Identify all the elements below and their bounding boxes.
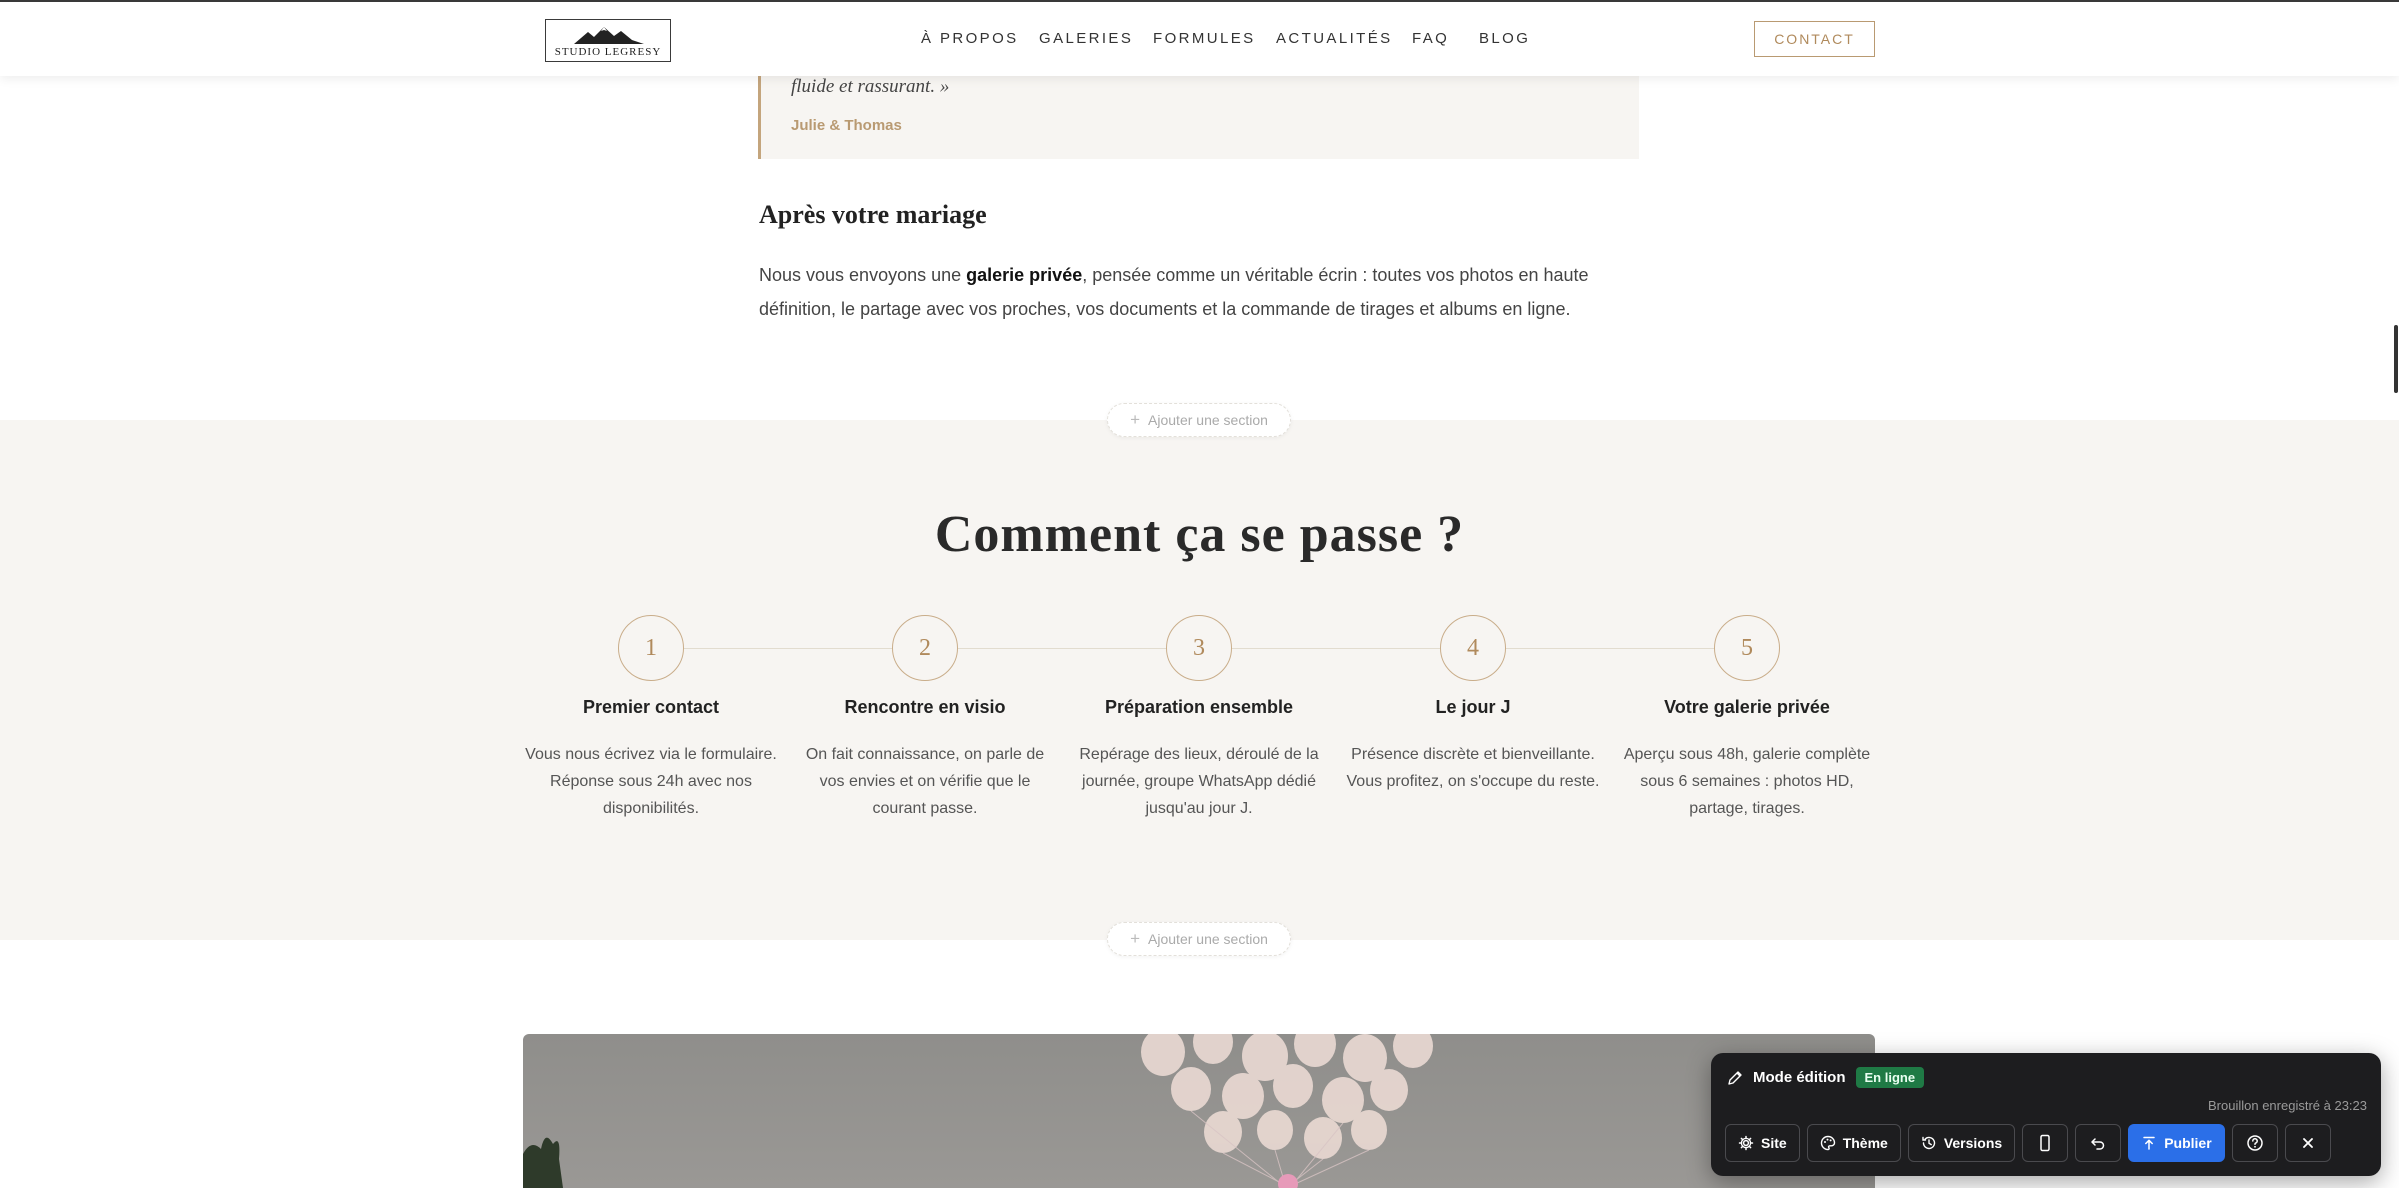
step-number: 5: [1714, 615, 1780, 681]
help-icon: [2246, 1135, 2263, 1151]
after-text-part: Nous vous envoyons une: [759, 265, 967, 285]
step-number: 4: [1440, 615, 1506, 681]
site-button-label: Site: [1761, 1135, 1787, 1151]
nav-item-formules[interactable]: FORMULES: [1153, 30, 1256, 47]
add-section-label: Ajouter une section: [1148, 931, 1268, 947]
plus-icon: +: [1130, 410, 1141, 429]
edit-mode-indicator: Mode édition En ligne: [1727, 1067, 1925, 1088]
testimonial-quote: fluide et rassurant. » Julie & Thomas: [758, 62, 1639, 159]
step-number: 3: [1166, 615, 1232, 681]
balloons-image: [523, 1034, 1433, 1188]
edit-toolbar: Mode édition En ligne Brouillon enregist…: [1711, 1053, 2381, 1176]
site-header: STUDIO LEGRESY À PROPOS GALERIES FORMULE…: [0, 2, 2399, 76]
site-button[interactable]: Site: [1725, 1124, 1800, 1162]
toolbar-buttons: Site Thème Versions Publier: [1725, 1124, 2331, 1162]
step-number: 2: [892, 615, 958, 681]
wedding-photo: [523, 1034, 1875, 1188]
after-wedding-title: Après votre mariage: [759, 200, 987, 229]
draft-saved-text: Brouillon enregistré à 23:23: [2208, 1098, 2367, 1113]
nav-item-faq[interactable]: FAQ: [1412, 30, 1449, 47]
nav-item-a-propos[interactable]: À PROPOS: [921, 30, 1019, 47]
edit-mode-label: Mode édition: [1753, 1069, 1846, 1086]
add-section-button[interactable]: + Ajouter une section: [1107, 403, 1291, 437]
quote-text: fluide et rassurant. »: [791, 76, 950, 97]
undo-button[interactable]: [2075, 1124, 2122, 1162]
after-wedding-text: Nous vous envoyons une galerie privée, p…: [759, 258, 1649, 326]
nav-item-blog[interactable]: BLOG: [1479, 30, 1530, 47]
plus-icon: +: [1130, 929, 1141, 948]
step-number: 1: [618, 615, 684, 681]
step-title: Votre galerie privée: [1664, 697, 1830, 717]
quote-author: Julie & Thomas: [791, 117, 902, 134]
theme-button[interactable]: Thème: [1806, 1124, 1901, 1162]
history-icon: [1922, 1136, 1935, 1150]
step-title: Le jour J: [1435, 697, 1511, 717]
theme-button-label: Thème: [1842, 1135, 1888, 1151]
pencil-icon: [1728, 1070, 1742, 1085]
status-badge: En ligne: [1855, 1067, 1925, 1088]
upload-icon: [2143, 1136, 2155, 1150]
step-title: Préparation ensemble: [1104, 697, 1294, 717]
step-description: Aperçu sous 48h, galerie complète sous 6…: [1623, 746, 1871, 817]
scrollbar-thumb[interactable]: [2394, 325, 2398, 393]
nav-item-actualites[interactable]: ACTUALITÉS: [1276, 30, 1393, 47]
step-title: Premier contact: [582, 697, 720, 717]
step-title: Rencontre en visio: [844, 697, 1006, 717]
add-section-label: Ajouter une section: [1148, 412, 1268, 428]
nav-item-galeries[interactable]: GALERIES: [1039, 30, 1133, 47]
step-description: Vous nous écrivez via le formulaire. Rép…: [525, 746, 777, 817]
step-description: Présence discrète et bienveillante. Vous…: [1346, 746, 1600, 790]
steps-title: Comment ça se passe ?: [934, 506, 1465, 563]
step-description: Repérage des lieux, déroulé de la journé…: [1079, 746, 1319, 817]
contact-button[interactable]: CONTACT: [1754, 21, 1875, 57]
add-section-button[interactable]: + Ajouter une section: [1107, 922, 1291, 956]
versions-button-label: Versions: [1943, 1135, 2003, 1151]
versions-button[interactable]: Versions: [1907, 1124, 2016, 1162]
device-preview-button[interactable]: [2022, 1124, 2069, 1162]
after-text-bold: galerie privée: [966, 265, 1083, 285]
palette-icon: [1820, 1135, 1835, 1151]
publish-button-label: Publier: [2164, 1135, 2212, 1151]
help-button[interactable]: [2231, 1124, 2278, 1162]
publish-button[interactable]: Publier: [2128, 1124, 2225, 1162]
main-nav: À PROPOS GALERIES FORMULES ACTUALITÉS FA…: [0, 30, 2399, 50]
step-description: On fait connaissance, on parle de vos en…: [805, 746, 1045, 817]
undo-icon: [2091, 1138, 2105, 1150]
gear-icon: [1738, 1135, 1754, 1151]
close-button[interactable]: [2284, 1124, 2331, 1162]
mobile-icon: [2040, 1134, 2050, 1152]
close-icon: [2302, 1138, 2313, 1148]
